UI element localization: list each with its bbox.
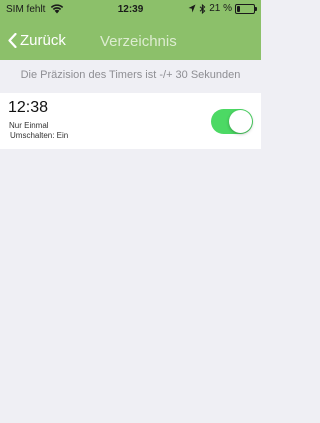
header-bar: SIM fehlt 12:39 21 % Zurück Verzeichnis [0, 0, 261, 60]
status-right: 21 % [188, 3, 257, 14]
timer-switch-state: Umschalten: Ein [10, 131, 69, 140]
back-label: Zurück [20, 32, 66, 49]
battery-icon [235, 3, 257, 14]
status-bar: SIM fehlt 12:39 21 % [0, 0, 261, 20]
timer-row[interactable]: 12:38 Nur Einmal Umschalten: Ein [0, 93, 261, 149]
page-title: Verzeichnis [100, 33, 177, 50]
location-icon [188, 4, 196, 13]
battery-percent: 21 % [209, 3, 232, 14]
timer-enabled-toggle[interactable] [211, 109, 253, 134]
navigation-bar: Zurück Verzeichnis [0, 26, 261, 60]
bluetooth-icon [199, 3, 206, 14]
back-button[interactable]: Zurück [8, 32, 66, 49]
timer-time: 12:38 [8, 99, 49, 116]
battery-level [237, 5, 240, 12]
chevron-left-icon [8, 33, 17, 48]
timer-repeat: Nur Einmal [9, 121, 49, 130]
timer-precision-hint: Die Präzision des Timers ist -/+ 30 Seku… [20, 69, 241, 81]
toggle-knob [229, 110, 252, 133]
